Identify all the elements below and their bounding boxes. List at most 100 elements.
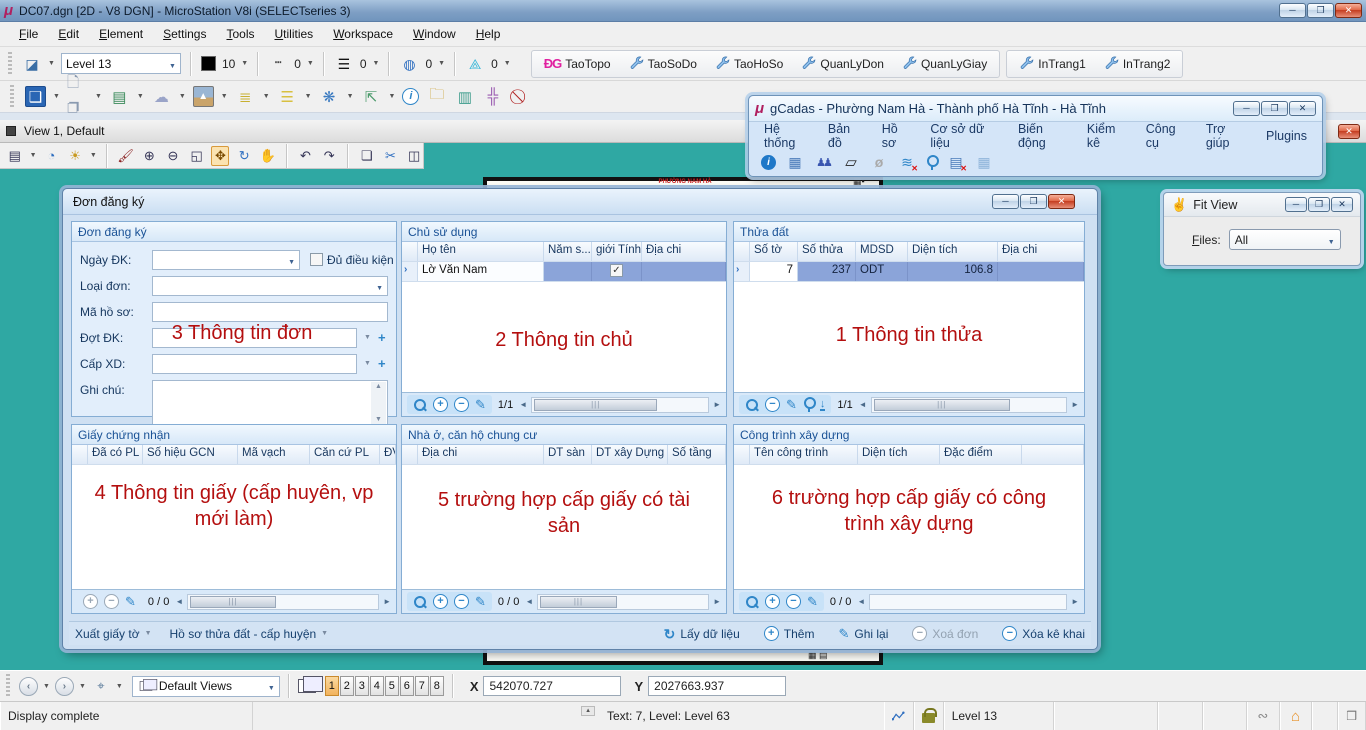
view-2-button[interactable]: 2 bbox=[340, 676, 354, 696]
dropdown-icon[interactable] bbox=[79, 683, 86, 690]
view-3-button[interactable]: 3 bbox=[355, 676, 369, 696]
line-weight-dropdown-icon[interactable] bbox=[373, 60, 380, 67]
gcadas-menu-hoso[interactable]: Hồ sơ bbox=[873, 118, 922, 154]
scroll-right-icon[interactable] bbox=[1071, 400, 1079, 409]
mdsd-cell[interactable]: ODT bbox=[856, 262, 908, 281]
pan-view-icon[interactable]: ✋ bbox=[259, 146, 277, 166]
gcadas-menu-kiemke[interactable]: Kiểm kê bbox=[1078, 118, 1137, 154]
delete-declaration-button[interactable]: Xóa kê khai bbox=[1002, 626, 1085, 641]
view-8-button[interactable]: 8 bbox=[430, 676, 444, 696]
col-mdsd[interactable]: MDSD bbox=[856, 242, 908, 261]
cap-xd-combo[interactable] bbox=[152, 354, 357, 374]
menu-workspace[interactable]: Workspace bbox=[324, 24, 402, 44]
saved-views-combo[interactable]: Default Views bbox=[132, 676, 280, 697]
dropdown-icon[interactable] bbox=[116, 683, 123, 690]
col-sohieugcn[interactable]: Số hiệu GCN bbox=[143, 445, 238, 464]
template-dropdown-icon[interactable] bbox=[48, 60, 55, 67]
dropdown-icon[interactable] bbox=[53, 93, 60, 100]
menu-tools[interactable]: Tools bbox=[217, 24, 263, 44]
toolbar-grip[interactable] bbox=[8, 52, 12, 76]
save-button[interactable]: Ghi lại bbox=[838, 627, 888, 641]
col-tencongtrinh[interactable]: Tên công trình bbox=[750, 445, 858, 464]
scroll-up-icon[interactable]: ▲ bbox=[375, 383, 382, 390]
col-diachi[interactable]: Địa chi bbox=[642, 242, 726, 261]
line-style-dropdown-icon[interactable] bbox=[307, 60, 314, 67]
export-documents-menu[interactable]: Xuất giấy tờ bbox=[75, 627, 152, 641]
window-area-icon[interactable]: ◱ bbox=[188, 146, 206, 166]
owner-name-cell[interactable]: Lờ Văn Nam bbox=[418, 262, 544, 281]
gcadas-menu-congcu[interactable]: Công cụ bbox=[1137, 118, 1197, 154]
dropdown-icon[interactable] bbox=[137, 93, 144, 100]
menu-window[interactable]: Window bbox=[404, 24, 465, 44]
menu-utilities[interactable]: Utilities bbox=[266, 24, 323, 44]
taosodo-button[interactable]: TaoSoDo bbox=[621, 52, 705, 75]
col-soto[interactable]: Số tờ bbox=[750, 242, 798, 261]
owners-scrollbar[interactable] bbox=[531, 397, 709, 413]
taotopo-button[interactable]: ĐG TaoTopo bbox=[536, 52, 619, 75]
gcadas-menu-trogiup[interactable]: Trợ giúp bbox=[1197, 118, 1257, 154]
grid-icon[interactable] bbox=[975, 153, 993, 171]
add-record-icon[interactable] bbox=[83, 594, 98, 609]
view-close-button[interactable]: ✕ bbox=[1338, 124, 1360, 139]
dropdown-icon[interactable] bbox=[43, 683, 50, 690]
transparency-dropdown-icon[interactable] bbox=[504, 60, 511, 67]
clip-volume-icon[interactable]: ✂ bbox=[382, 146, 400, 166]
import-icon[interactable] bbox=[820, 399, 826, 411]
y-coordinate-input[interactable]: 2027663.937 bbox=[648, 676, 786, 696]
scrollbar-thumb[interactable] bbox=[190, 596, 275, 608]
clip-mask-icon[interactable]: ◫ bbox=[405, 146, 423, 166]
diachi-cell[interactable] bbox=[998, 262, 1084, 281]
search-icon[interactable] bbox=[413, 398, 427, 412]
parcel-data-row[interactable]: 7 237 ODT 106.8 bbox=[734, 262, 1084, 282]
gcadas-restore-button[interactable]: ❐ bbox=[1261, 101, 1288, 116]
sothua-cell[interactable]: 237 bbox=[798, 262, 856, 281]
gcadas-menu-csdl[interactable]: Cơ sở dữ liệu bbox=[921, 118, 1009, 154]
view-previous-icon[interactable]: ↶ bbox=[297, 146, 315, 166]
new-file-icon[interactable]: 🗋❐ bbox=[67, 86, 88, 107]
cel-library-icon[interactable]: ☁ bbox=[151, 86, 172, 107]
owners-data-row[interactable]: Lờ Văn Nam bbox=[402, 262, 726, 282]
menu-help[interactable]: Help bbox=[467, 24, 510, 44]
dropdown-icon[interactable] bbox=[90, 152, 97, 159]
scrollbar-thumb[interactable] bbox=[534, 399, 657, 411]
selection-set-icon[interactable]: ∾ bbox=[1247, 702, 1280, 730]
col-sotang[interactable]: Số tầng bbox=[668, 445, 726, 464]
line-weight-icon[interactable]: ☰ bbox=[334, 54, 354, 74]
view-6-button[interactable]: 6 bbox=[400, 676, 414, 696]
intrang1-button[interactable]: InTrang1 bbox=[1011, 52, 1094, 75]
fit-view-minimize-button[interactable]: ─ bbox=[1285, 197, 1307, 212]
menu-settings[interactable]: Settings bbox=[154, 24, 215, 44]
view-4-button[interactable]: 4 bbox=[370, 676, 384, 696]
dropdown-icon[interactable] bbox=[389, 93, 396, 100]
cap-xd-dropdown-icon[interactable] bbox=[364, 360, 371, 367]
hide-icon[interactable] bbox=[870, 153, 888, 171]
scroll-down-icon[interactable]: ▼ bbox=[375, 416, 382, 423]
zoom-out-icon[interactable]: ⊖ bbox=[164, 146, 182, 166]
scroll-right-icon[interactable] bbox=[713, 400, 721, 409]
edit-record-icon[interactable] bbox=[475, 398, 486, 411]
taohoso-button[interactable]: TaoHoSo bbox=[707, 52, 791, 75]
intrang2-button[interactable]: InTrang2 bbox=[1096, 52, 1179, 75]
loai-don-combo[interactable] bbox=[152, 276, 388, 296]
scrollbar-thumb[interactable] bbox=[874, 399, 1010, 411]
gcadas-menu-bando[interactable]: Bản đồ bbox=[819, 118, 873, 154]
line-style-icon[interactable]: ┅ bbox=[268, 54, 288, 74]
parcel-polygon-icon[interactable] bbox=[842, 153, 860, 171]
fit-view-close-button[interactable]: ✕ bbox=[1331, 197, 1353, 212]
dropdown-icon[interactable] bbox=[221, 93, 228, 100]
fence-home-cell[interactable] bbox=[1280, 702, 1313, 730]
dropdown-icon[interactable] bbox=[30, 152, 37, 159]
accudraw-icon[interactable]: ╬ bbox=[482, 86, 503, 107]
models-icon[interactable]: ▤ bbox=[109, 86, 130, 107]
zoom-in-icon[interactable]: ⊕ bbox=[141, 146, 159, 166]
active-level-cell[interactable]: Level 13 bbox=[944, 702, 1054, 730]
remove-record-icon[interactable] bbox=[454, 397, 469, 412]
view-7-button[interactable]: 7 bbox=[415, 676, 429, 696]
add-button[interactable]: Thêm bbox=[764, 626, 815, 641]
col-dientich[interactable]: Diện tích bbox=[858, 445, 940, 464]
location-pin-icon[interactable] bbox=[926, 155, 937, 170]
gender-checkbox[interactable] bbox=[610, 264, 623, 277]
fit-view-icon[interactable]: ✥ bbox=[211, 146, 229, 166]
scrollbar-thumb[interactable] bbox=[540, 596, 616, 608]
add-record-icon[interactable] bbox=[433, 594, 448, 609]
